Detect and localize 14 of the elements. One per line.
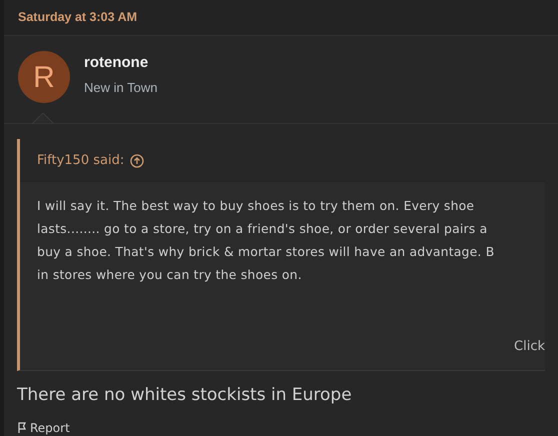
post-date[interactable]: Saturday at 3:03 AM [18,8,138,27]
avatar[interactable]: R [18,51,70,103]
report-button[interactable]: Report [17,420,70,434]
flag-icon [17,422,27,434]
arrow-up-circle-icon[interactable] [130,154,144,168]
user-title: New in Town [84,78,158,96]
click-to-expand-link[interactable]: Click [514,336,545,356]
quote-text-line: I will say it. The best way to buy shoes is to try them on. Every shoe [37,197,476,215]
post-message: There are no whites stockists in Europe [17,384,353,407]
username[interactable]: rotenone [84,52,158,74]
quote-text-line: lasts........ go to a store, try on a friend's shoe, or order several pairs a [37,220,488,238]
quote-attribution[interactable]: Fifty150 said: [37,150,124,170]
quote-text-line: buy a shoe. That's why brick & mortar stores will have an advantage. B [37,243,496,261]
quote-text-line: in stores where you can try the shoes on. [37,266,303,284]
